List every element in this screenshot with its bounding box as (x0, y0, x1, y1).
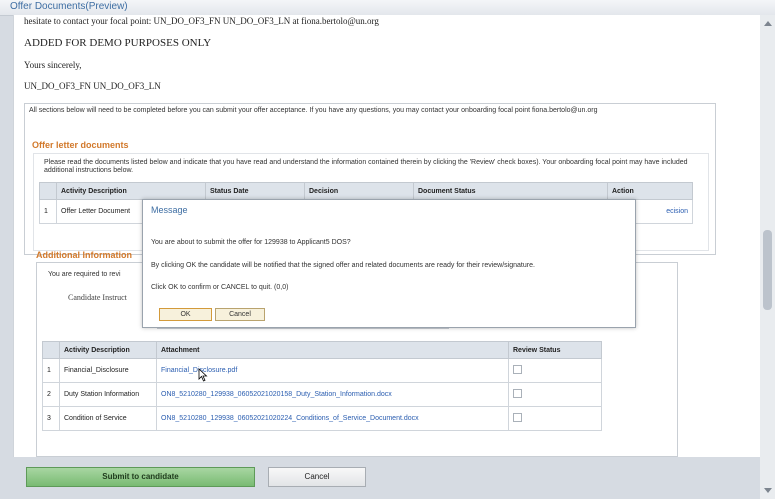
dialog-line-2: By clicking OK the candidate will be not… (151, 262, 535, 269)
col-status-date: Status Date (205, 182, 305, 200)
col-review-status: Review Status (508, 341, 602, 359)
attachment-link[interactable]: ON8_5210280_129938_06052021020158_Duty_S… (161, 391, 392, 398)
demo-notice: ADDED FOR DEMO PURPOSES ONLY (24, 37, 212, 49)
mouse-cursor-icon (198, 368, 208, 382)
col-action: Action (607, 182, 693, 200)
cancel-button[interactable]: Cancel (268, 467, 366, 487)
attachment-cell: Financial_Disclosure.pdf (156, 358, 509, 383)
review-cell (508, 406, 602, 431)
table-row: 3 Condition of Service ON8_5210280_12993… (42, 406, 602, 431)
additional-info-title: Additional Information (36, 250, 132, 260)
activity-cell: Duty Station Information (59, 382, 157, 407)
message-dialog: Message You are about to submit the offe… (142, 199, 636, 328)
col-attachment: Attachment (156, 341, 509, 359)
dialog-ok-button[interactable]: OK (159, 308, 212, 321)
candidate-instructions-label: Candidate Instruct (68, 293, 127, 302)
scroll-down-icon[interactable] (764, 488, 772, 493)
row-number: 3 (42, 406, 60, 431)
num-header (42, 341, 60, 359)
intro-text: All sections below will need to be compl… (29, 107, 598, 114)
scroll-up-icon[interactable] (764, 21, 772, 26)
col-decision: Decision (304, 182, 414, 200)
review-cell (508, 382, 602, 407)
col-activity-description: Activity Description (56, 182, 206, 200)
required-text: You are required to revi (48, 271, 121, 278)
window-titlebar: Offer Documents(Preview) (0, 0, 775, 16)
window-title: Offer Documents(Preview) (10, 1, 128, 12)
row-number: 1 (39, 199, 57, 224)
table-header-row: Activity Description Status Date Decisio… (39, 182, 693, 200)
activity-cell: Financial_Disclosure (59, 358, 157, 383)
review-checkbox[interactable] (513, 365, 522, 374)
dialog-line-3: Click OK to confirm or CANCEL to quit. (… (151, 284, 289, 291)
closing-text: Yours sincerely, (24, 60, 82, 70)
offer-section-title: Offer letter documents (32, 140, 129, 150)
row-number: 1 (42, 358, 60, 383)
signatory-name: UN_DO_OF3_FN UN_DO_OF3_LN (24, 81, 161, 91)
attachment-link[interactable]: ON8_5210280_129938_06052021020224_Condit… (161, 415, 419, 422)
attachment-cell: ON8_5210280_129938_06052021020158_Duty_S… (156, 382, 509, 407)
col-document-status: Document Status (413, 182, 608, 200)
col-activity-description: Activity Description (59, 341, 157, 359)
num-header (39, 182, 57, 200)
offer-instructions: Please read the documents listed below a… (44, 159, 688, 174)
review-checkbox[interactable] (513, 413, 522, 422)
scrollbar-thumb[interactable] (763, 230, 772, 310)
review-checkbox[interactable] (513, 389, 522, 398)
dialog-line-1: You are about to submit the offer for 12… (151, 239, 351, 246)
review-cell (508, 358, 602, 383)
activity-cell: Condition of Service (59, 406, 157, 431)
action-link[interactable]: ecision (666, 208, 688, 215)
dialog-cancel-button[interactable]: Cancel (215, 308, 265, 321)
submit-to-candidate-button[interactable]: Submit to candidate (26, 467, 255, 487)
table-header-row: Activity Description Attachment Review S… (42, 341, 602, 359)
table-row: 1 Financial_Disclosure Financial_Disclos… (42, 358, 602, 383)
attachment-cell: ON8_5210280_129938_06052021020224_Condit… (156, 406, 509, 431)
table-row: 2 Duty Station Information ON8_5210280_1… (42, 382, 602, 407)
row-number: 2 (42, 382, 60, 407)
contact-line: hesitate to contact your focal point: UN… (24, 16, 379, 26)
vertical-scrollbar[interactable] (760, 15, 775, 499)
attachments-table: Activity Description Attachment Review S… (42, 341, 602, 431)
dialog-title: Message (151, 205, 188, 215)
